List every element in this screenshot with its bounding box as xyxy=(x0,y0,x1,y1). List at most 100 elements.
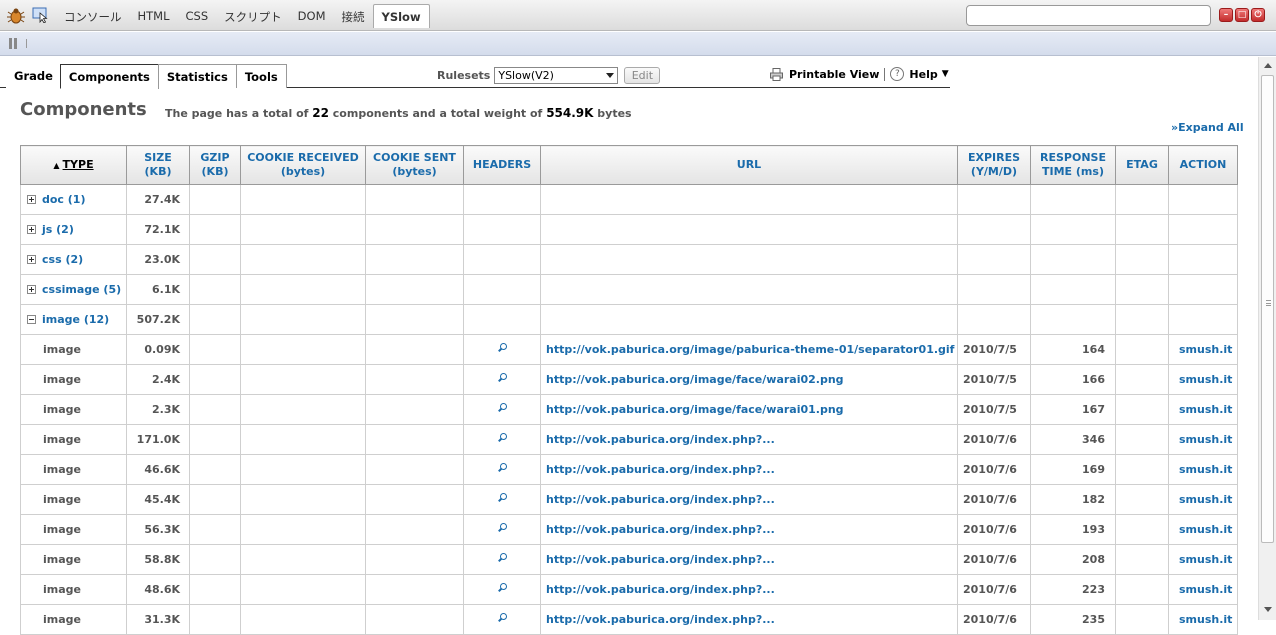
vertical-scrollbar[interactable] xyxy=(1258,57,1276,620)
yslow-nav: Grade Components Statistics Tools Rulese… xyxy=(0,64,950,89)
table-group-row[interactable]: image (12) 507.2K xyxy=(20,304,1238,335)
tab-net[interactable]: 接続 xyxy=(334,4,373,28)
magnifier-icon[interactable] xyxy=(497,613,507,623)
pause-icon[interactable] xyxy=(9,38,19,49)
table-group-row[interactable]: js (2) 72.1K xyxy=(20,214,1238,245)
column-cookie-sent[interactable]: COOKIE SENT (bytes) xyxy=(365,145,464,185)
table-group-row[interactable]: css (2) 23.0K xyxy=(20,244,1238,275)
magnifier-icon[interactable] xyxy=(497,373,507,383)
divider xyxy=(884,67,886,81)
row-url-link[interactable]: http://vok.paburica.org/image/paburica-t… xyxy=(540,334,958,365)
group-toggle[interactable]: image (12) xyxy=(20,304,127,335)
group-toggle[interactable]: cssimage (5) xyxy=(20,274,127,305)
smushit-link[interactable]: smush.it xyxy=(1168,484,1238,515)
group-toggle[interactable]: doc (1) xyxy=(20,184,127,215)
smushit-link[interactable]: smush.it xyxy=(1168,364,1238,395)
column-action[interactable]: ACTION xyxy=(1168,145,1238,185)
magnifier-icon[interactable] xyxy=(497,493,507,503)
yslow-tabs: Grade Components Statistics Tools xyxy=(6,64,287,89)
column-type[interactable]: ▲ TYPE xyxy=(20,145,127,185)
row-response-time: 346 xyxy=(1030,424,1116,455)
expand-icon[interactable] xyxy=(27,225,36,234)
table-group-row[interactable]: cssimage (5) 6.1K xyxy=(20,274,1238,305)
firebug-icon[interactable] xyxy=(7,6,25,24)
group-size: 72.1K xyxy=(126,214,190,245)
search-input[interactable] xyxy=(966,5,1211,26)
magnifier-icon[interactable] xyxy=(497,433,507,443)
help-link[interactable]: Help xyxy=(909,68,937,81)
detach-icon[interactable]: □ xyxy=(1235,8,1249,22)
smushit-link[interactable]: smush.it xyxy=(1168,574,1238,605)
row-url-link[interactable]: http://vok.paburica.org/index.php?... xyxy=(540,574,958,605)
smushit-link[interactable]: smush.it xyxy=(1168,334,1238,365)
table-row: image 56.3K http://vok.paburica.org/inde… xyxy=(20,514,1238,545)
printable-view-link[interactable]: Printable View xyxy=(789,68,879,81)
collapse-icon[interactable] xyxy=(27,315,36,324)
row-size: 56.3K xyxy=(126,514,190,545)
scroll-up-icon[interactable] xyxy=(1264,63,1272,68)
tab-css[interactable]: CSS xyxy=(178,4,217,28)
ruleset-select[interactable]: YSlow(V2) xyxy=(494,67,619,84)
row-url-link[interactable]: http://vok.paburica.org/image/face/warai… xyxy=(540,394,958,425)
scroll-thumb[interactable] xyxy=(1261,75,1274,543)
smushit-link[interactable]: smush.it xyxy=(1168,454,1238,485)
firebug-subtoolbar xyxy=(0,32,1276,56)
print-help-area: Printable View ? Help ▼ xyxy=(770,67,949,81)
column-size[interactable]: SIZE (KB) xyxy=(126,145,190,185)
close-icon[interactable]: ⏻ xyxy=(1251,8,1265,22)
tab-html[interactable]: HTML xyxy=(130,4,178,28)
magnifier-icon[interactable] xyxy=(497,583,507,593)
tab-statistics[interactable]: Statistics xyxy=(157,64,237,88)
column-url[interactable]: URL xyxy=(540,145,958,185)
row-url-link[interactable]: http://vok.paburica.org/index.php?... xyxy=(540,544,958,575)
tab-components[interactable]: Components xyxy=(59,64,159,89)
table-group-row[interactable]: doc (1) 27.4K xyxy=(20,184,1238,215)
column-response-time[interactable]: RESPONSE TIME (ms) xyxy=(1030,145,1116,185)
row-url-link[interactable]: http://vok.paburica.org/image/face/warai… xyxy=(540,364,958,395)
table-row: image 45.4K http://vok.paburica.org/inde… xyxy=(20,484,1238,515)
table-body: doc (1) 27.4K js (2) 72.1K css (2) 23.0K… xyxy=(20,184,1238,635)
scroll-down-icon[interactable] xyxy=(1264,607,1272,612)
row-url-link[interactable]: http://vok.paburica.org/index.php?... xyxy=(540,484,958,515)
tab-script[interactable]: スクリプト xyxy=(216,4,290,28)
row-expires: 2010/7/6 xyxy=(957,484,1031,515)
tab-dom[interactable]: DOM xyxy=(290,4,334,28)
expand-icon[interactable] xyxy=(27,195,36,204)
minimize-icon[interactable]: – xyxy=(1219,8,1233,22)
help-icon[interactable]: ? xyxy=(890,67,905,81)
magnifier-icon[interactable] xyxy=(497,403,507,413)
smushit-link[interactable]: smush.it xyxy=(1168,514,1238,545)
column-headers[interactable]: HEADERS xyxy=(463,145,541,185)
smushit-link[interactable]: smush.it xyxy=(1168,544,1238,575)
expand-icon[interactable] xyxy=(27,285,36,294)
row-url-link[interactable]: http://vok.paburica.org/index.php?... xyxy=(540,424,958,455)
table-row: image 2.4K http://vok.paburica.org/image… xyxy=(20,364,1238,395)
column-expires[interactable]: EXPIRES (Y/M/D) xyxy=(957,145,1031,185)
edit-button[interactable]: Edit xyxy=(624,67,661,84)
row-url-link[interactable]: http://vok.paburica.org/index.php?... xyxy=(540,514,958,545)
magnifier-icon[interactable] xyxy=(497,553,507,563)
column-etag[interactable]: ETAG xyxy=(1115,145,1169,185)
group-size: 6.1K xyxy=(126,274,190,305)
group-toggle[interactable]: js (2) xyxy=(20,214,127,245)
expand-icon[interactable] xyxy=(27,255,36,264)
tab-grade[interactable]: Grade xyxy=(6,64,61,88)
column-cookie-received[interactable]: COOKIE RECEIVED (bytes) xyxy=(240,145,366,185)
magnifier-icon[interactable] xyxy=(497,523,507,533)
row-url-link[interactable]: http://vok.paburica.org/index.php?... xyxy=(540,454,958,485)
expand-all-link[interactable]: »Expand All xyxy=(1171,121,1244,134)
magnifier-icon[interactable] xyxy=(497,343,507,353)
tab-tools[interactable]: Tools xyxy=(235,64,287,88)
smushit-link[interactable]: smush.it xyxy=(1168,424,1238,455)
magnifier-icon[interactable] xyxy=(497,463,507,473)
help-dropdown-icon[interactable]: ▼ xyxy=(942,69,949,79)
tab-yslow[interactable]: YSlow xyxy=(372,4,430,28)
group-toggle[interactable]: css (2) xyxy=(20,244,127,275)
tab-console[interactable]: コンソール xyxy=(56,4,130,28)
summary-mid: components and a total weight of xyxy=(328,107,547,120)
column-gzip[interactable]: GZIP (KB) xyxy=(189,145,241,185)
row-response-time: 164 xyxy=(1030,334,1116,365)
components-summary: The page has a total of 22 components an… xyxy=(165,106,632,120)
smushit-link[interactable]: smush.it xyxy=(1168,394,1238,425)
inspect-icon[interactable] xyxy=(32,7,50,23)
